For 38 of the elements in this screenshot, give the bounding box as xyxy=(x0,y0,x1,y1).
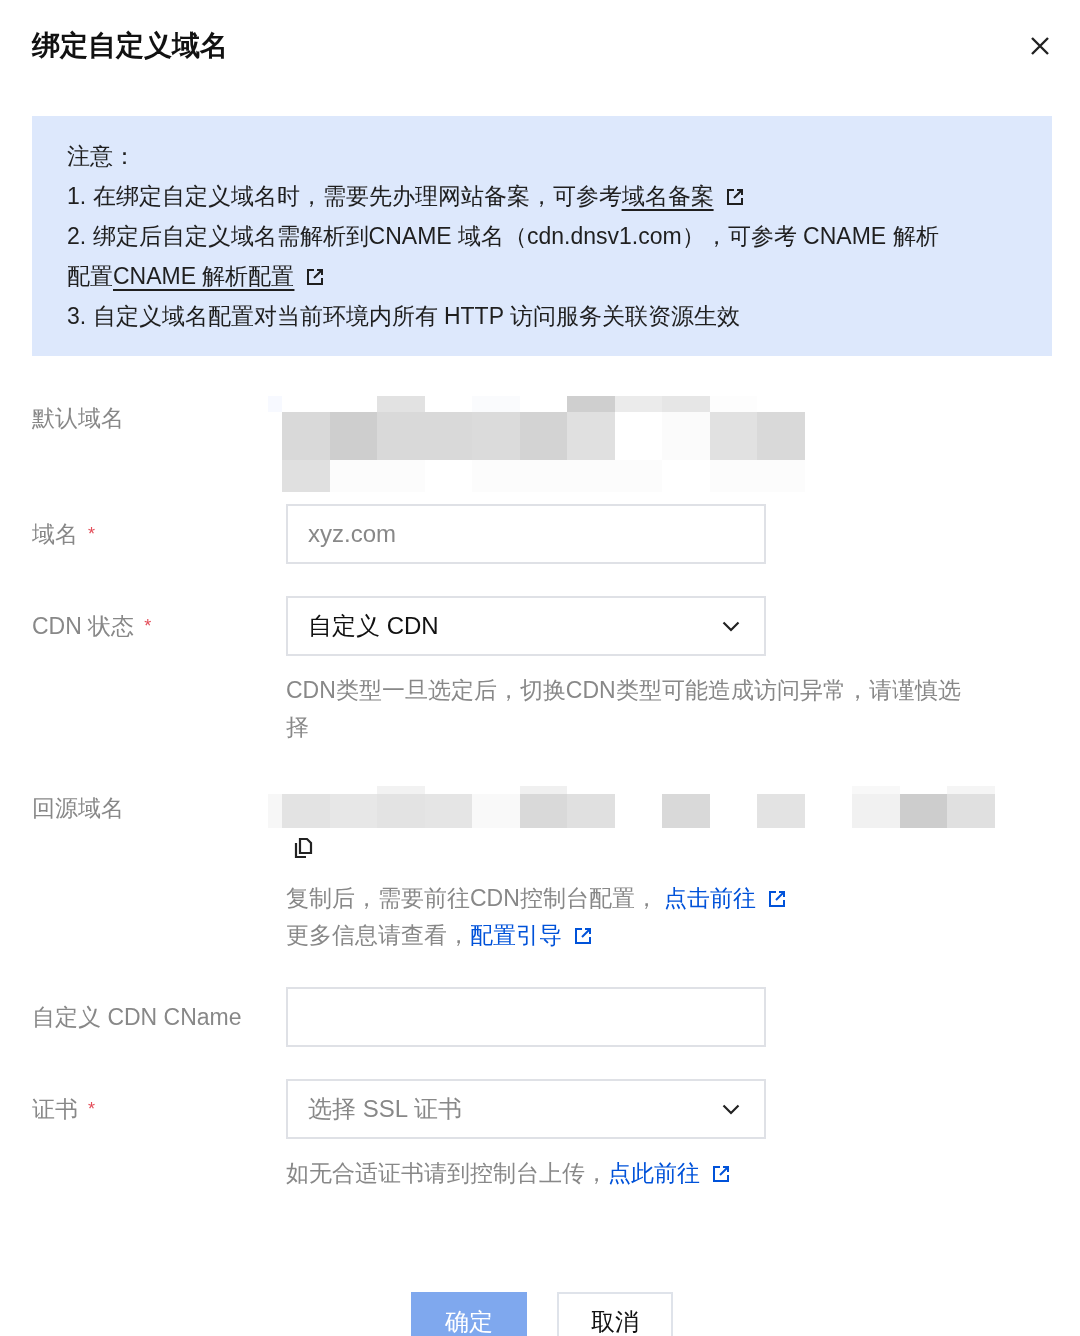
chevron-down-icon xyxy=(722,620,740,632)
external-link-icon xyxy=(712,1165,730,1183)
chevron-down-icon xyxy=(722,1103,740,1115)
external-link-icon xyxy=(574,927,592,945)
notice-heading: 注意： xyxy=(67,142,137,171)
help-link[interactable]: 点此前往 xyxy=(608,1160,730,1186)
field-label: 默认域名 xyxy=(32,403,124,433)
close-button[interactable] xyxy=(1030,36,1050,56)
field-label: 自定义 CDN CName xyxy=(32,1002,242,1032)
input-field[interactable]: xyz.com xyxy=(286,504,766,564)
help-text: 更多信息请查看，配置引导 xyxy=(286,917,971,954)
input-field[interactable] xyxy=(286,987,766,1047)
notice-item: 2. 绑定后自定义域名需解析到CNAME 域名（cdn.dnsv1.com），可参考 CNAME 解析配置CNAME 解析配置 xyxy=(67,222,940,291)
copy-icon[interactable] xyxy=(293,837,313,859)
notice-item: 1. 在绑定自定义域名时，需要先办理网站备案，可参考域名备案 xyxy=(67,176,952,216)
help-link[interactable]: 点击前往 xyxy=(664,885,787,911)
cancel-button[interactable]: 取消 xyxy=(557,1292,673,1336)
close-icon xyxy=(1030,36,1050,56)
required-mark: * xyxy=(88,523,95,545)
help-text: 复制后，需要前往CDN控制台配置， 点击前往 xyxy=(286,880,971,917)
select-field[interactable]: 选择 SSL 证书 xyxy=(286,1079,766,1139)
field-label: 证书 xyxy=(32,1094,78,1124)
notice-link[interactable]: 域名备案 xyxy=(621,183,744,209)
field-label: 回源域名 xyxy=(32,793,124,823)
notice-item: 3. 自定义域名配置对当前环境内所有 HTTP 访问服务关联资源生效 xyxy=(67,302,741,331)
select-field[interactable]: 自定义 CDN xyxy=(286,596,766,656)
help-text: 如无合适证书请到控制台上传，点此前往 xyxy=(286,1155,971,1192)
external-link-icon xyxy=(725,188,744,206)
notice-link[interactable]: CNAME 解析配置 xyxy=(113,263,325,289)
field-label: CDN 状态 xyxy=(32,611,135,641)
external-link-icon xyxy=(768,890,787,908)
help-link[interactable]: 配置引导 xyxy=(470,922,592,948)
dialog-title: 绑定自定义域名 xyxy=(32,29,228,63)
field-label: 域名 xyxy=(32,519,78,549)
required-mark: * xyxy=(144,615,152,637)
help-text: CDN类型一旦选定后，切换CDN类型可能造成访问异常，请谨慎选择 xyxy=(286,676,962,742)
external-link-icon xyxy=(306,268,325,286)
required-mark: * xyxy=(88,1098,95,1120)
